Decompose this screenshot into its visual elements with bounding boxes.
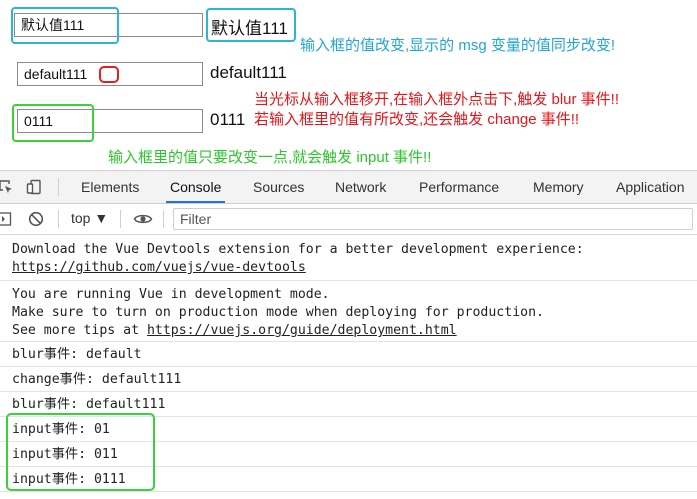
console-message-text: You are running Vue in development mode.	[12, 287, 330, 302]
console-message-dev-mode: You are running Vue in development mode.…	[0, 281, 697, 342]
device-toolbar-icon[interactable]	[26, 179, 42, 195]
tab-elements[interactable]: Elements	[81, 171, 139, 203]
console-filter-input[interactable]	[173, 208, 693, 230]
console-message-text: Download the Vue Devtools extension for …	[12, 242, 584, 257]
note-blur-event: 当光标从输入框移开,在输入框外点击下,触发 blur 事件!!	[254, 91, 620, 108]
clear-console-icon[interactable]	[28, 211, 44, 227]
msg-display-3: 0111	[210, 110, 246, 129]
vue-devtools-link[interactable]: https://github.com/vuejs/vue-devtools	[12, 260, 306, 275]
tab-bar-separator	[58, 178, 59, 196]
toolbar-separator	[120, 210, 121, 228]
msg-display-2: default111	[210, 63, 287, 82]
console-log-row: change事件: default111	[0, 367, 697, 392]
toolbar-separator	[163, 210, 164, 228]
vue-deployment-link[interactable]: https://vuejs.org/guide/deployment.html	[147, 323, 457, 338]
console-message-text: See more tips at	[12, 323, 147, 338]
highlight-box-input-events	[6, 413, 155, 491]
context-selector[interactable]: top ▼	[71, 210, 108, 226]
tab-memory[interactable]: Memory	[533, 171, 584, 203]
console-log-row: blur事件: default	[0, 342, 697, 367]
tab-application[interactable]: Application	[616, 171, 685, 203]
highlight-box-input-3	[12, 104, 94, 142]
tab-performance[interactable]: Performance	[419, 171, 499, 203]
live-expression-eye-icon[interactable]	[133, 211, 153, 227]
sidebar-toggle-icon[interactable]	[0, 211, 12, 227]
tab-network[interactable]: Network	[335, 171, 386, 203]
tab-sources[interactable]: Sources	[253, 171, 304, 203]
note-input-event: 输入框里的值只要改变一点,就会触发 input 事件!!	[108, 149, 432, 166]
cursor-marker-red	[99, 66, 119, 83]
devtools-tab-bar: Elements Console Sources Network Perform…	[0, 170, 697, 204]
console-message-devtools-tip: Download the Vue Devtools extension for …	[0, 235, 697, 281]
highlight-box-display-1	[206, 8, 296, 42]
console-toolbar: top ▼	[0, 204, 697, 235]
console-message-text: Make sure to turn on production mode whe…	[12, 305, 544, 320]
tab-console[interactable]: Console	[165, 171, 226, 203]
inspect-element-icon[interactable]	[0, 179, 14, 195]
toolbar-separator	[58, 210, 59, 228]
note-change-event: 若输入框里的值有所改变,还会触发 change 事件!!	[254, 111, 580, 128]
note-vmodel-sync: 输入框的值改变,显示的 msg 变量的值同步改变!	[300, 37, 616, 54]
highlight-box-input-1	[11, 7, 119, 44]
